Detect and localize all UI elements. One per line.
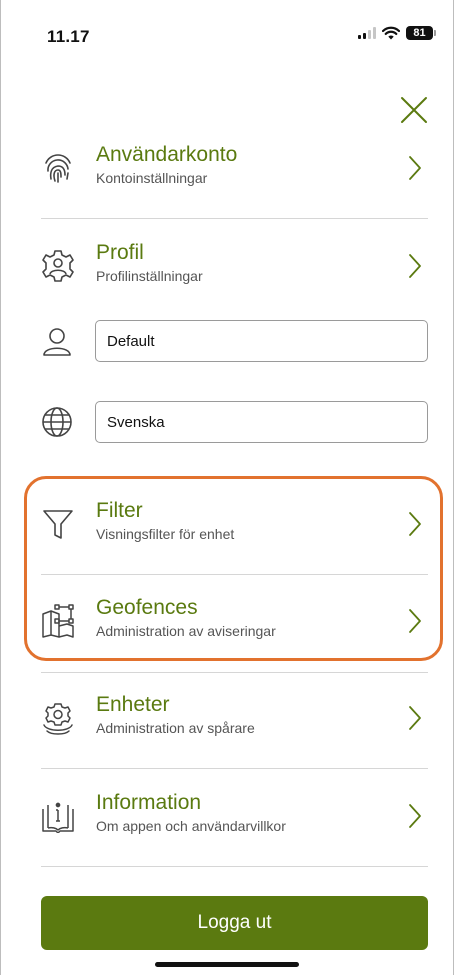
logout-button[interactable]: Logga ut bbox=[41, 896, 428, 950]
profile-select[interactable] bbox=[95, 320, 428, 362]
close-button[interactable] bbox=[399, 95, 429, 125]
close-icon bbox=[401, 97, 427, 123]
status-icons: 81 bbox=[358, 26, 436, 40]
chevron-right-icon bbox=[409, 254, 421, 278]
chevron-right-icon bbox=[409, 156, 421, 180]
chevron-right-icon bbox=[409, 706, 421, 730]
menu-item-title: Geofences bbox=[96, 596, 198, 619]
wifi-icon bbox=[382, 26, 400, 40]
info-book-icon bbox=[42, 802, 74, 833]
menu-item-profile[interactable]: Profil Profilinställningar bbox=[41, 239, 428, 299]
menu-item-subtitle: Administration av spårare bbox=[96, 720, 255, 736]
fingerprint-icon bbox=[45, 154, 71, 183]
funnel-icon bbox=[43, 510, 73, 539]
chevron-right-icon bbox=[409, 804, 421, 828]
menu-item-title: Användarkonto bbox=[96, 143, 238, 166]
globe-icon bbox=[42, 407, 72, 437]
menu-item-information[interactable]: Information Om appen och användarvillkor bbox=[41, 789, 428, 849]
menu-item-account[interactable]: Användarkonto Kontoinställningar bbox=[41, 141, 428, 201]
home-indicator bbox=[155, 962, 299, 967]
status-time: 11.17 bbox=[47, 27, 90, 46]
menu-item-title: Profil bbox=[96, 241, 144, 264]
language-select[interactable] bbox=[95, 401, 428, 443]
battery-icon: 81 bbox=[406, 26, 436, 40]
user-icon bbox=[43, 328, 71, 356]
divider bbox=[41, 574, 428, 575]
language-select-row bbox=[41, 401, 428, 443]
chevron-right-icon bbox=[409, 512, 421, 536]
menu-item-filter[interactable]: Filter Visningsfilter för enhet bbox=[41, 497, 428, 557]
menu-item-title: Filter bbox=[96, 499, 143, 522]
menu-item-subtitle: Om appen och användarvillkor bbox=[96, 818, 286, 834]
divider bbox=[41, 768, 428, 769]
menu-item-subtitle: Administration av aviseringar bbox=[96, 623, 276, 639]
profile-select-row bbox=[41, 320, 428, 362]
menu-item-subtitle: Profilinställningar bbox=[96, 268, 203, 284]
menu-item-subtitle: Kontoinställningar bbox=[96, 170, 208, 186]
menu-item-geofences[interactable]: Geofences Administration av aviseringar bbox=[41, 594, 428, 654]
devices-gear-icon bbox=[43, 703, 73, 735]
menu-item-subtitle: Visningsfilter för enhet bbox=[96, 526, 235, 542]
profile-gear-icon bbox=[42, 250, 74, 282]
menu-item-title: Enheter bbox=[96, 693, 170, 716]
map-geofence-icon bbox=[42, 604, 74, 638]
divider bbox=[41, 866, 428, 867]
chevron-right-icon bbox=[409, 609, 421, 633]
divider bbox=[41, 672, 428, 673]
menu-item-title: Information bbox=[96, 791, 202, 814]
cellular-signal-icon bbox=[358, 27, 376, 39]
menu-item-devices[interactable]: Enheter Administration av spårare bbox=[41, 691, 428, 751]
divider bbox=[41, 218, 428, 219]
status-bar: 11.17 81 bbox=[0, 0, 454, 62]
